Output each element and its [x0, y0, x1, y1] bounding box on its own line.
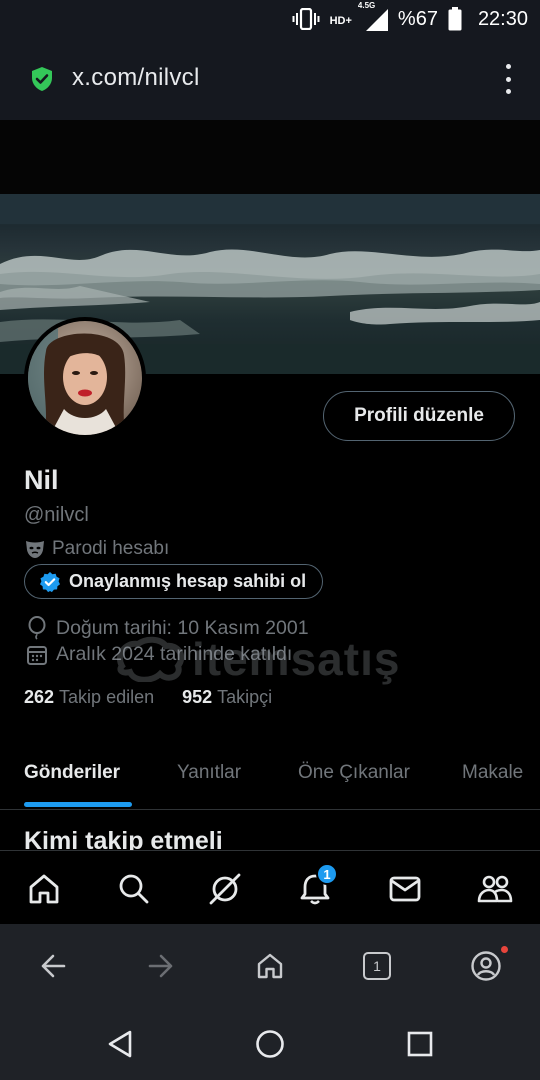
mask-icon: [26, 541, 44, 558]
browser-menu-icon[interactable]: [504, 64, 512, 94]
following-label: Takip edilen: [59, 687, 155, 707]
balloon-icon: [28, 616, 46, 640]
avatar-image: [28, 321, 142, 435]
vibrate-icon: [292, 8, 320, 30]
following-link[interactable]: 262 Takip edilen: [24, 687, 154, 708]
joined-text: Aralık 2024 tarihinde katıldı: [56, 643, 293, 665]
signal-icon: 4.5G: [358, 1, 388, 31]
verified-badge-icon: [40, 571, 60, 592]
account-alert-dot: [501, 946, 508, 953]
tab-posts[interactable]: Gönderiler: [24, 762, 120, 784]
app-bottom-nav: 1: [0, 850, 540, 924]
tab-articles[interactable]: Makale: [462, 762, 523, 784]
system-home-icon[interactable]: [252, 1026, 288, 1062]
network-label: HD+: [329, 15, 352, 27]
browser-home-icon[interactable]: [250, 946, 290, 986]
battery-icon: [448, 7, 462, 31]
status-bar: HD+ 4.5G %67 22:30: [0, 0, 540, 38]
system-back-icon[interactable]: [102, 1026, 138, 1062]
account-icon[interactable]: [466, 946, 508, 986]
birthday-row: Doğum tarihi: 10 Kasım 2001: [26, 616, 309, 640]
calendar-icon: [27, 645, 47, 665]
tab-replies[interactable]: Yanıtlar: [177, 762, 241, 784]
url-text[interactable]: x.com/nilvcl: [72, 64, 200, 92]
grok-icon[interactable]: [205, 869, 245, 909]
system-nav-bar: [0, 1008, 540, 1080]
browser-toolbar: 1: [0, 924, 540, 1008]
communities-icon[interactable]: [475, 869, 515, 909]
get-verified-label: Onaylanmış hesap sahibi ol: [69, 571, 307, 591]
status-indicators: HD+ 4.5G %67 22:30: [292, 1, 528, 32]
secure-shield-icon: [32, 67, 52, 91]
followers-link[interactable]: 952 Takipçi: [182, 687, 272, 708]
profile-page: Profili düzenle Nil @nilvcl Parodi hesab…: [0, 120, 540, 850]
following-count: 262: [24, 687, 55, 707]
browser-url-bar[interactable]: x.com/nilvcl: [0, 38, 540, 120]
top-header: [0, 120, 540, 194]
home-icon[interactable]: [24, 869, 64, 909]
birthday-text: Doğum tarihi: 10 Kasım 2001: [56, 616, 309, 639]
profile-name: Nil: [24, 465, 59, 495]
parody-label: Parodi hesabı: [24, 538, 169, 560]
search-icon[interactable]: [114, 869, 154, 909]
system-recents-icon[interactable]: [402, 1026, 438, 1062]
followers-count: 952: [182, 687, 213, 707]
parody-text: Parodi hesabı: [52, 538, 170, 559]
notification-badge: 1: [316, 863, 338, 885]
profile-handle: @nilvcl: [24, 504, 89, 526]
edit-profile-button[interactable]: Profili düzenle: [323, 391, 515, 441]
joined-row: Aralık 2024 tarihinde katıldı: [26, 643, 292, 666]
back-icon[interactable]: [33, 946, 73, 986]
tab-highlights[interactable]: Öne Çıkanlar: [298, 762, 410, 784]
get-verified-button[interactable]: Onaylanmış hesap sahibi ol: [24, 564, 324, 599]
followers-label: Takipçi: [217, 687, 273, 707]
tab-count: 1: [363, 952, 391, 980]
messages-icon[interactable]: [385, 869, 425, 909]
tabs-icon[interactable]: 1: [357, 946, 397, 986]
profile-tabs: Gönderiler Yanıtlar Öne Çıkanlar Makale: [0, 740, 540, 810]
active-tab-indicator: [24, 802, 132, 807]
who-to-follow-heading: Kimi takip etmeli: [24, 827, 223, 850]
forward-icon[interactable]: [141, 946, 181, 986]
follow-stats: 262 Takip edilen 952 Takipçi: [24, 687, 272, 708]
battery-percent: %67: [397, 7, 438, 30]
clock: 22:30: [477, 7, 528, 30]
profile-avatar[interactable]: [24, 317, 146, 439]
